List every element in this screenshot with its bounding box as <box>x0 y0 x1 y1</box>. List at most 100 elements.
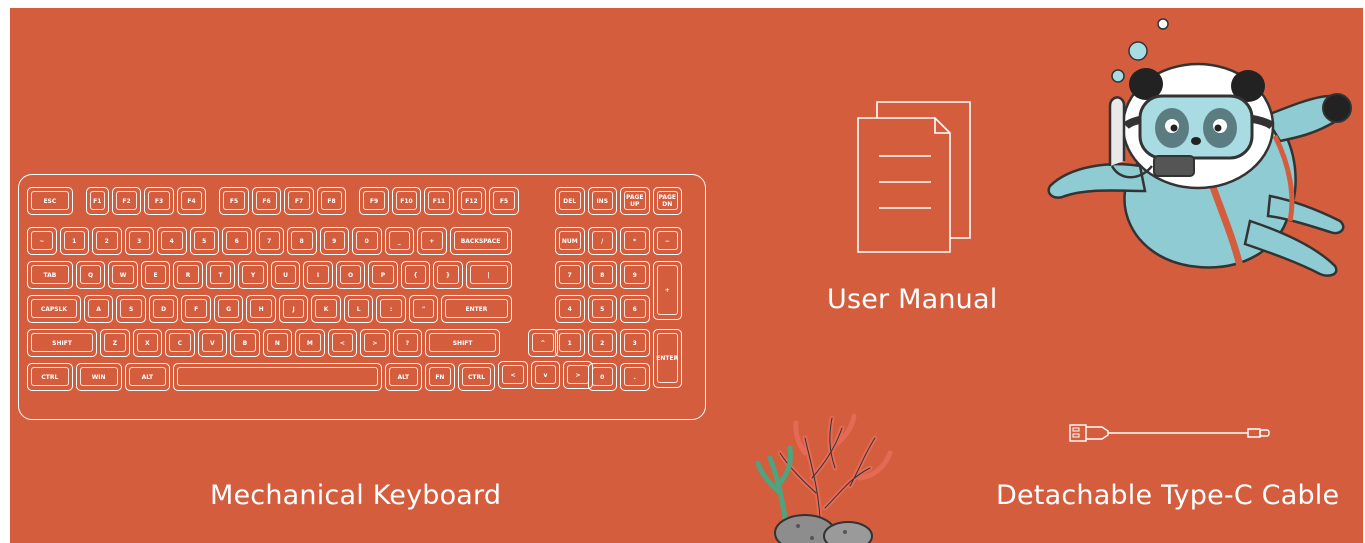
key--: _ <box>384 227 414 255</box>
key-k: K <box>311 295 341 323</box>
key-u: U <box>270 261 301 289</box>
key-label: ALT <box>397 373 410 381</box>
key-label: 6 <box>234 237 239 245</box>
key-tab: TAB <box>27 261 73 289</box>
key-label: 3 <box>137 237 142 245</box>
product-contents-banner: ESC F1 F2 F3 F4 F5 F6 F7 F8 F9 F10 F11 F12 F5 DEL INS PA… <box>10 8 1363 543</box>
key-t: T <box>205 261 236 289</box>
key-label: I <box>316 271 320 279</box>
key-label: 1 <box>72 237 77 245</box>
key-label: S <box>128 305 134 313</box>
key-ctrl: CTRL <box>457 363 496 391</box>
key-label: 5 <box>202 237 207 245</box>
key-esc: ESC <box>27 187 73 215</box>
key-del: DEL <box>555 187 585 215</box>
key-page-up: PAGE UP <box>620 187 650 215</box>
key-label: F6 <box>262 197 271 205</box>
key-capslk: CAPSLK <box>27 295 81 323</box>
key-backspace: BACKSPACE <box>449 227 512 255</box>
key-y: Y <box>238 261 268 289</box>
key-label: SHIFT <box>452 339 473 347</box>
key-l: L <box>343 295 374 323</box>
key-o: O <box>335 261 366 289</box>
key-7: 7 <box>254 227 284 255</box>
key-f5: F5 <box>219 187 249 215</box>
key-label: G <box>226 305 232 313</box>
key-label: 5 <box>600 305 605 313</box>
key-2: 2 <box>92 227 122 255</box>
key-5: 5 <box>587 295 617 323</box>
key--: < <box>498 361 528 389</box>
key-label: PAGE DN <box>658 194 676 208</box>
key-label: Y <box>250 271 256 279</box>
key-s: S <box>116 295 146 323</box>
key-label: FN <box>435 373 445 381</box>
key-r: R <box>173 261 203 289</box>
key-9: 9 <box>620 261 650 289</box>
key-label: 2 <box>104 237 109 245</box>
key-label: 3 <box>632 339 637 347</box>
key-label: + <box>664 287 670 294</box>
type-c-cable-caption: Detachable Type-C Cable <box>996 480 1340 511</box>
key-label: BACKSPACE <box>460 237 501 245</box>
key--: ~ <box>27 227 57 255</box>
key-label: < <box>339 339 345 347</box>
key-3: 3 <box>124 227 154 255</box>
key-label: ESC <box>43 197 57 205</box>
key-label: DEL <box>563 197 577 205</box>
usb-cable-icon <box>1069 424 1270 442</box>
key-d: D <box>148 295 179 323</box>
key-label: 8 <box>600 271 605 279</box>
mechanical-keyboard-illustration: ESC F1 F2 F3 F4 F5 F6 F7 F8 F9 F10 F11 F12 F5 DEL INS PA… <box>18 174 706 420</box>
key-label: X <box>145 339 150 347</box>
key-j: J <box>278 295 309 323</box>
key-2: 2 <box>587 329 617 357</box>
key-f2: F2 <box>111 187 142 215</box>
key-4: 4 <box>555 295 585 323</box>
key-label: V <box>210 339 215 347</box>
key-7: 7 <box>555 261 585 289</box>
key-h: H <box>246 295 276 323</box>
key-label: " <box>422 305 426 313</box>
key-label: WIN <box>91 373 106 381</box>
key-label: A <box>96 305 101 313</box>
key-label: { <box>413 271 418 279</box>
key-label: F8 <box>327 197 336 205</box>
key-label: ENTER <box>656 355 679 362</box>
key--: } <box>433 261 463 289</box>
key-page-dn: PAGE DN <box>652 187 682 215</box>
key-shift: SHIFT <box>425 329 501 357</box>
key-label: _ <box>397 237 401 245</box>
key-c: C <box>165 329 195 357</box>
key-f8: F8 <box>316 187 347 215</box>
key-label: CTRL <box>41 373 59 381</box>
key-label: Z <box>112 339 118 347</box>
key--: " <box>408 295 439 323</box>
key-8: 8 <box>587 261 617 289</box>
key-label: F11 <box>432 197 446 205</box>
key-label: 1 <box>567 339 572 347</box>
key-label: F7 <box>294 197 304 205</box>
key-label: / <box>601 237 604 245</box>
key--: > <box>360 329 390 357</box>
key-label: F9 <box>369 197 379 205</box>
key-label: v <box>543 371 548 379</box>
key-label: F5 <box>229 197 239 205</box>
key--: + <box>417 227 447 255</box>
key-label: 9 <box>332 237 337 245</box>
key-8: 8 <box>287 227 317 255</box>
key-label: < <box>510 371 516 379</box>
key-label: 9 <box>632 271 637 279</box>
key-label: F4 <box>187 197 196 205</box>
key-label: M <box>306 339 313 347</box>
key-label: 6 <box>632 305 637 313</box>
key-f10: F10 <box>391 187 422 215</box>
key-label: F3 <box>154 197 164 205</box>
key-1: 1 <box>555 329 585 357</box>
coral-icon <box>755 413 893 543</box>
key-label: ENTER <box>465 305 488 313</box>
key-f5: F5 <box>489 187 519 215</box>
key-label: F2 <box>122 197 131 205</box>
keyboard-caption: Mechanical Keyboard <box>210 480 502 511</box>
key-label: * <box>633 237 637 245</box>
